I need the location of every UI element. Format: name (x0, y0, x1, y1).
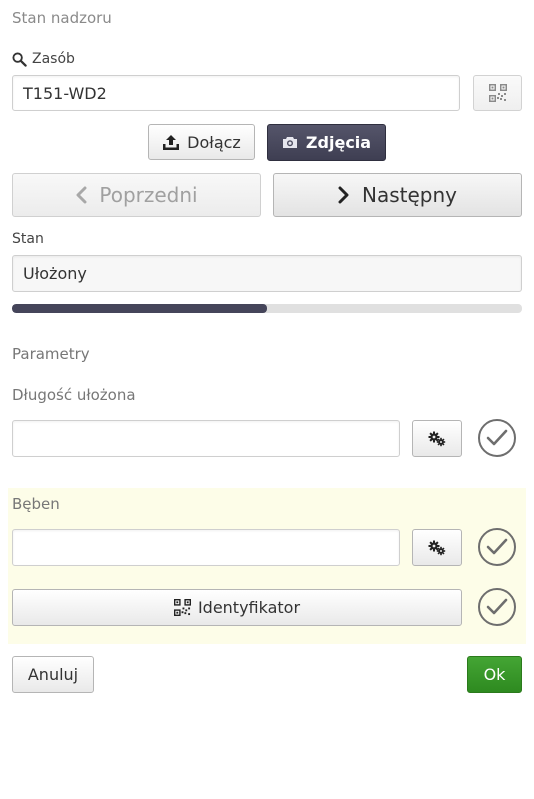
next-label: Następny (362, 183, 457, 207)
page-title: Stan nadzoru (12, 9, 112, 27)
state-field[interactable]: Ułożony (12, 255, 522, 292)
drum-confirm-check[interactable] (478, 528, 516, 566)
progress-fill (12, 304, 267, 313)
resource-input[interactable]: T151-WD2 (12, 75, 460, 111)
gears-icon (428, 540, 446, 556)
chevron-left-icon (75, 186, 87, 204)
identifier-button[interactable]: Identyfikator (12, 589, 462, 626)
chevron-right-icon (338, 186, 350, 204)
progress-bar (12, 304, 522, 313)
drum-calc-button[interactable] (412, 529, 462, 566)
attach-button[interactable]: Dołącz (148, 124, 255, 160)
parameters-title: Parametry (12, 345, 90, 363)
gears-icon (428, 431, 446, 447)
length-input[interactable] (12, 420, 400, 457)
cancel-button[interactable]: Anuluj (12, 656, 94, 693)
previous-button[interactable]: Poprzedni (12, 173, 261, 217)
camera-icon (282, 136, 298, 149)
attach-label: Dołącz (187, 132, 241, 152)
identifier-confirm-check[interactable] (478, 588, 516, 626)
check-icon (486, 429, 508, 447)
upload-icon (162, 134, 180, 151)
qr-scan-button[interactable] (473, 75, 522, 111)
next-button[interactable]: Następny (273, 173, 522, 217)
photos-label: Zdjęcia (305, 133, 372, 152)
photos-button[interactable]: Zdjęcia (267, 124, 386, 161)
identifier-label: Identyfikator (197, 598, 301, 617)
state-label: Stan (12, 231, 44, 247)
check-icon (486, 538, 508, 556)
check-icon (486, 598, 508, 616)
length-label: Długość ułożona (12, 386, 136, 404)
search-icon (12, 51, 27, 67)
qr-code-icon (173, 599, 191, 616)
drum-input[interactable] (12, 529, 400, 566)
length-calc-button[interactable] (412, 420, 462, 457)
previous-label: Poprzedni (99, 183, 198, 207)
length-confirm-check[interactable] (478, 419, 516, 457)
resource-label: Zasób (32, 51, 75, 67)
qr-code-icon (488, 84, 507, 102)
drum-label: Bęben (12, 495, 60, 513)
ok-button[interactable]: Ok (467, 656, 522, 693)
resource-label-row: Zasób (12, 51, 75, 67)
